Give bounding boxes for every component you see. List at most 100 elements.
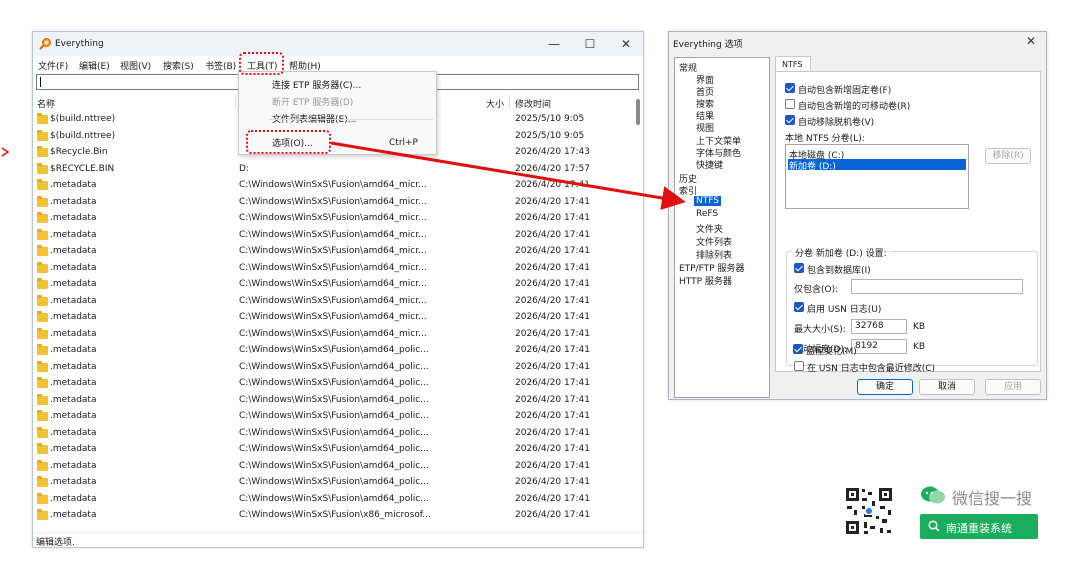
- cell-path: C:\Windows\WinSxS\Fusion\amd64_micr...: [239, 312, 427, 322]
- tree-item-ntfs[interactable]: NTFS: [694, 196, 721, 206]
- tab-ntfs[interactable]: NTFS: [775, 56, 811, 72]
- table-row[interactable]: .metadata C:\Windows\WinSxS\Fusion\amd64_…: [33, 475, 635, 492]
- table-row[interactable]: .metadata C:\Windows\WinSxS\Fusion\amd64_…: [33, 360, 635, 377]
- table-row[interactable]: .metadata C:\Windows\WinSxS\Fusion\amd64_…: [33, 310, 635, 327]
- title-bar[interactable]: Everything — ☐ ✕: [33, 32, 643, 56]
- max-size-unit: KB: [913, 322, 926, 332]
- folder-icon: [37, 344, 48, 355]
- cell-modified: 2026/4/20 17:43: [515, 147, 590, 157]
- tree-item-shortcuts[interactable]: 快捷键: [696, 158, 723, 171]
- options-tree: 常规 界面 首页 搜索 结果 视图 上下文菜单 字体与颜色 快捷键 历史 索引 …: [674, 57, 770, 398]
- menu-item-connect-etp[interactable]: 连接 ETP 服务器(C)...: [272, 78, 361, 91]
- cell-modified: 2026/4/20 17:41: [515, 312, 590, 322]
- cell-path: C:\Windows\WinSxS\Fusion\amd64_micr...: [239, 213, 427, 223]
- dialog-close-button[interactable]: ✕: [1026, 34, 1036, 48]
- highlight-tools-menu: [239, 52, 284, 75]
- cell-modified: 2026/4/20 17:41: [515, 213, 590, 223]
- column-modified[interactable]: 修改时间: [515, 97, 551, 110]
- auto-removable-checkbox[interactable]: [785, 99, 795, 109]
- table-row[interactable]: .metadata C:\Windows\WinSxS\Fusion\amd64_…: [33, 393, 635, 410]
- table-row[interactable]: .metadata C:\Windows\WinSxS\Fusion\amd64_…: [33, 409, 635, 426]
- cell-modified: 2026/4/20 17:41: [515, 180, 590, 190]
- folder-icon: [37, 162, 48, 174]
- cell-name: .metadata: [50, 328, 97, 339]
- volumes-list[interactable]: 本地磁盘 (C:) 新加卷 (D:): [785, 144, 969, 209]
- include-only-field[interactable]: [851, 279, 1023, 294]
- tree-item-general[interactable]: 常规: [679, 61, 697, 74]
- tree-item-folders[interactable]: 文件夹: [696, 222, 723, 235]
- cell-name: $Recycle.Bin: [50, 147, 108, 157]
- table-row[interactable]: .metadata C:\Windows\WinSxS\Fusion\amd64_…: [33, 294, 635, 311]
- cell-name: .metadata: [50, 460, 97, 471]
- cancel-button[interactable]: 取消: [919, 379, 975, 395]
- cell-path: C:\Windows\WinSxS\Fusion\amd64_polic...: [239, 411, 429, 421]
- tab-ntfs-label: NTFS: [782, 60, 803, 69]
- auto-remove-offline-checkbox[interactable]: [785, 115, 795, 125]
- tree-item-view[interactable]: 视图: [696, 121, 714, 134]
- menu-view[interactable]: 视图(V): [120, 59, 151, 72]
- column-divider[interactable]: [235, 95, 236, 109]
- cell-name: $(build.nttree): [50, 114, 116, 124]
- folder-icon: [37, 228, 48, 240]
- table-row[interactable]: .metadata C:\Windows\WinSxS\Fusion\amd64_…: [33, 459, 635, 476]
- folder-icon: [37, 146, 48, 157]
- menu-edit[interactable]: 编辑(E): [79, 59, 110, 72]
- table-row[interactable]: $RECYCLE.BIN D: 2026/4/20 17:57: [33, 162, 635, 179]
- tree-item-etp-ftp[interactable]: ETP/FTP 服务器: [679, 261, 744, 274]
- table-row[interactable]: .metadata C:\Windows\WinSxS\Fusion\amd64_…: [33, 261, 635, 278]
- close-button[interactable]: ✕: [615, 35, 637, 53]
- table-row[interactable]: .metadata C:\Windows\WinSxS\Fusion\amd64_…: [33, 244, 635, 261]
- usn-checkbox[interactable]: [794, 302, 804, 312]
- cell-name: .metadata: [50, 213, 97, 223]
- cell-name: .metadata: [50, 180, 97, 190]
- table-row[interactable]: .metadata C:\Windows\WinSxS\Fusion\amd64_…: [33, 228, 635, 245]
- vertical-scrollbar[interactable]: [633, 93, 643, 533]
- tree-item-exclude[interactable]: 排除列表: [696, 248, 732, 261]
- monitor-changes-checkbox[interactable]: [793, 344, 803, 354]
- scroll-thumb[interactable]: [636, 99, 640, 125]
- menu-bar: 文件(F) 编辑(E) 视图(V) 搜索(S) 书签(B) 工具(T) 帮助(H…: [33, 56, 643, 72]
- column-name[interactable]: 名称: [37, 97, 55, 110]
- table-row[interactable]: .metadata C:\Windows\WinSxS\Fusion\amd64_…: [33, 343, 635, 360]
- table-row[interactable]: .metadata C:\Windows\WinSxS\Fusion\amd64_…: [33, 426, 635, 443]
- tree-item-refs[interactable]: ReFS: [696, 209, 718, 219]
- maximize-button[interactable]: ☐: [579, 35, 601, 53]
- ok-button[interactable]: 确定: [857, 379, 913, 395]
- include-db-checkbox[interactable]: [794, 263, 804, 273]
- wechat-search-box: 南通重装系统: [920, 514, 1038, 539]
- table-row[interactable]: .metadata C:\Windows\WinSxS\Fusion\amd64_…: [33, 211, 635, 228]
- remove-volume-button[interactable]: 移除(R): [985, 148, 1031, 164]
- column-divider[interactable]: [509, 95, 510, 109]
- minimize-button[interactable]: —: [543, 35, 565, 53]
- delta-field[interactable]: 8192: [851, 339, 907, 354]
- column-size[interactable]: 大小: [486, 97, 504, 110]
- max-size-field[interactable]: 32768: [851, 319, 907, 334]
- auto-fixed-checkbox[interactable]: [785, 83, 795, 93]
- cell-name: $(build.nttree): [50, 130, 116, 141]
- table-row[interactable]: .metadata C:\Windows\WinSxS\Fusion\amd64_…: [33, 376, 635, 393]
- table-row[interactable]: .metadata C:\Windows\WinSxS\Fusion\amd64_…: [33, 442, 635, 459]
- menu-bookmarks[interactable]: 书签(B): [205, 59, 236, 72]
- tree-item-http[interactable]: HTTP 服务器: [679, 274, 732, 287]
- results-list[interactable]: $(build.nttree)C2025/5/10 9:05$(build.nt…: [33, 112, 635, 532]
- table-row[interactable]: .metadata C:\Windows\WinSxS\Fusion\amd64_…: [33, 195, 635, 212]
- table-row[interactable]: .metadata C:\Windows\WinSxS\Fusion\amd64_…: [33, 492, 635, 509]
- table-row[interactable]: .metadata C:\Windows\WinSxS\Fusion\amd64_…: [33, 277, 635, 294]
- cell-modified: 2026/4/20 17:41: [515, 493, 590, 504]
- apply-button[interactable]: 应用: [985, 379, 1041, 395]
- volume-item[interactable]: 本地磁盘 (C:): [788, 148, 966, 161]
- horizontal-scrollbar[interactable]: [33, 524, 633, 532]
- cell-path: C:\Windows\WinSxS\Fusion\amd64_micr...: [239, 279, 427, 289]
- table-row[interactable]: .metadata C:\Windows\WinSxS\Fusion\amd64_…: [33, 178, 635, 195]
- highlight-options-item: [246, 130, 331, 154]
- table-row[interactable]: .metadata C:\Windows\WinSxS\Fusion\x86_mi…: [33, 508, 635, 525]
- cell-name: .metadata: [50, 312, 97, 322]
- menu-search[interactable]: 搜索(S): [163, 59, 194, 72]
- table-row[interactable]: .metadata C:\Windows\WinSxS\Fusion\amd64_…: [33, 327, 635, 344]
- recent-changes-checkbox[interactable]: [794, 361, 804, 371]
- cell-name: .metadata: [50, 196, 97, 207]
- tree-item-file-lists[interactable]: 文件列表: [696, 235, 732, 248]
- menu-file[interactable]: 文件(F): [38, 59, 68, 72]
- volume-item-selected[interactable]: 新加卷 (D:): [788, 159, 966, 172]
- folder-icon: [37, 129, 48, 141]
